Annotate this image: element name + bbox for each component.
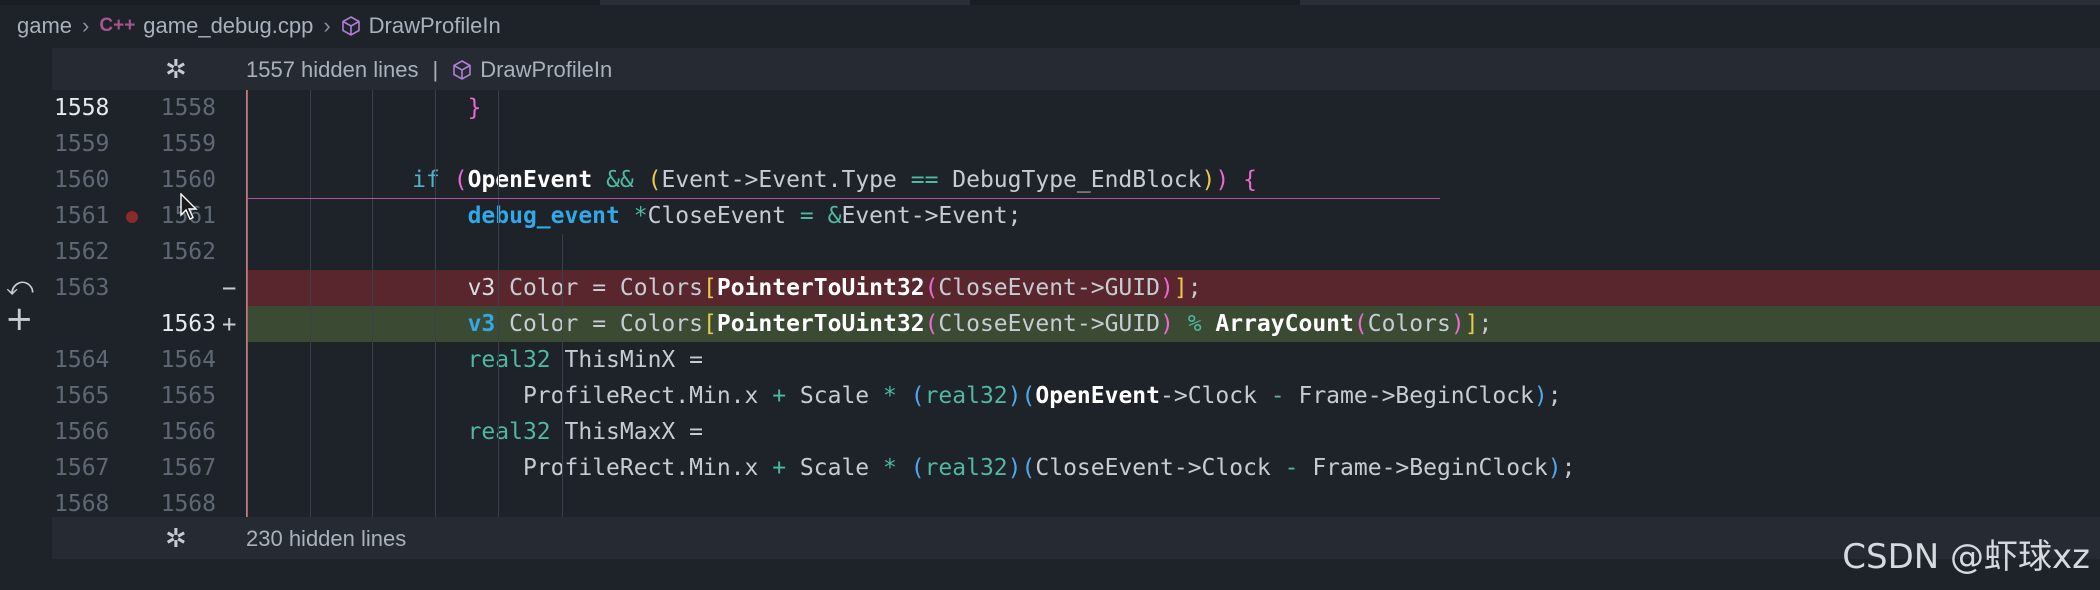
code-text: debug_event *CloseEvent = &Event->Event; [467,203,1022,229]
old-line-number: 1560 [54,167,110,193]
deleted-line[interactable]: 1563 − v3 Color = Colors[PointerToUint32… [52,270,2100,306]
code-line[interactable]: 1565 1565 ProfileRect.Min.x + Scale * (r… [52,378,2100,414]
fold-region-top[interactable]: ✲ 1557 hidden lines | DrawProfileIn [52,48,2100,90]
new-line-number: 1565 [160,383,216,409]
indent-guide [562,234,563,517]
watermark: CSDN @虾球xz [1842,537,2090,577]
code-text: if (OpenEvent && (Event->Event.Type == D… [412,167,1257,193]
chevron-right-icon: › [82,13,90,38]
breadcrumb-folder[interactable]: game [17,13,72,39]
cpp-file-icon: C++ [99,15,136,36]
method-cube-icon [341,16,361,36]
old-line-number: 1566 [54,419,110,445]
indent-guide [372,90,373,517]
old-line-number: 1561 [54,203,110,229]
indent-guide [310,90,311,517]
breadcrumb: game › C++ game_debug.cpp › DrawProfileI… [0,5,2100,47]
code-line[interactable]: 1558 1558 } [52,90,2100,126]
new-line-number: 1566 [160,419,216,445]
unfold-icon[interactable]: ✲ [165,523,187,554]
diff-editor[interactable]: 1558 1558 } 1559 1559 1560 1560 if (Open… [52,90,2100,517]
fold-symbol[interactable]: DrawProfileIn [480,57,612,83]
new-line-number: 1567 [160,455,216,481]
indent-guide-active [247,90,248,517]
added-marker-icon: + [222,310,237,338]
old-line-number: 1558 [54,95,110,121]
hidden-lines-label: 230 hidden lines [246,526,407,551]
code-text: v3 Color = Colors[PointerToUint32(CloseE… [246,270,2100,306]
unfold-icon[interactable]: ✲ [165,54,187,85]
code-line[interactable]: 1559 1559 [52,126,2100,162]
new-line-number [152,270,216,306]
old-line-number: 1563 [54,275,110,301]
code-line[interactable]: 1562 1562 [52,234,2100,270]
removed-marker-icon: − [222,274,237,302]
stage-add-icon[interactable]: + [5,302,34,336]
code-line[interactable]: 1568 1568 [52,486,2100,517]
indent-guide [435,90,436,517]
diff-action-gutter: ⤺ + [0,47,52,590]
breadcrumb-symbol[interactable]: DrawProfileIn [369,13,501,39]
hidden-lines-label: 1557 hidden lines [246,57,419,82]
code-text: ProfileRect.Min.x + Scale * (real32)(Ope… [522,383,1562,409]
old-line-number [54,306,118,342]
old-line-number: 1562 [54,239,110,265]
old-line-number: 1559 [54,131,110,157]
indent-guide [498,90,499,517]
code-text: } [467,95,482,121]
code-line[interactable]: 1561 1561 debug_event *CloseEvent = &Eve… [52,198,2100,234]
old-line-number: 1565 [54,383,110,409]
code-line[interactable]: 1564 1564 real32 ThisMinX = [52,342,2100,378]
old-line-number: 1564 [54,347,110,373]
code-text: real32 ThisMinX = [467,347,703,373]
new-line-number: 1559 [160,131,216,157]
new-line-number: 1564 [160,347,216,373]
new-line-number: 1558 [160,95,216,121]
breakpoint-icon[interactable] [126,211,138,223]
method-cube-icon [452,60,472,80]
code-text: real32 ThisMaxX = [467,419,703,445]
separator: | [432,57,439,82]
code-text: v3 Color = Colors[PointerToUint32(CloseE… [246,306,2100,342]
breadcrumb-file[interactable]: game_debug.cpp [143,13,313,39]
code-line[interactable]: 1567 1567 ProfileRect.Min.x + Scale * (r… [52,450,2100,486]
code-line[interactable]: 1560 1560 if (OpenEvent && (Event->Event… [52,162,2100,198]
new-line-number: 1562 [160,239,216,265]
code-line[interactable]: 1566 1566 real32 ThisMaxX = [52,414,2100,450]
new-line-number: 1563 [160,311,216,337]
chevron-right-icon: › [323,13,331,38]
old-line-number: 1567 [54,455,110,481]
code-text: ProfileRect.Min.x + Scale * (real32)(Clo… [522,455,1576,481]
added-line[interactable]: 1563 + v3 Color = Colors[PointerToUint32… [52,306,2100,342]
fold-region-bottom[interactable]: ✲ 230 hidden lines [52,517,2100,559]
bracket-scope-line [247,198,1440,199]
